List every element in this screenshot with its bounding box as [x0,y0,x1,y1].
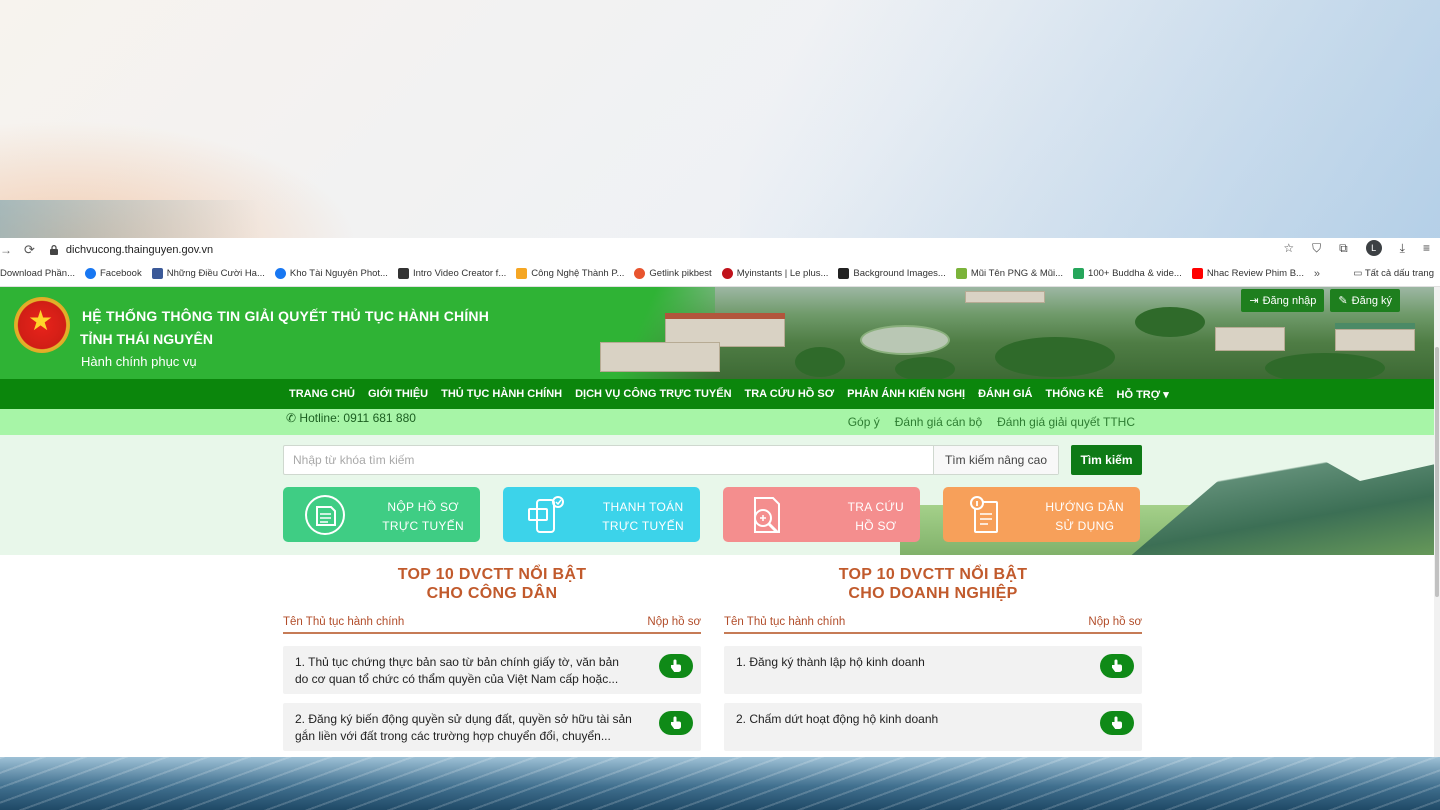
nav-home[interactable]: TRANG CHỦ [289,388,355,400]
phone-icon: ✆ [286,411,297,425]
reload-icon[interactable]: ⟳ [24,242,35,258]
search-hero: Tìm kiếm nâng cao Tìm kiếm NỘP HỒ SƠTRỰC… [0,435,1440,555]
document-submit-icon [305,495,345,535]
browser-window: → ⟳ dichvucong.thainguyen.gov.vn ☆ ⛉ ⧉ L… [0,238,1440,757]
register-button[interactable]: ✎ Đăng ký [1330,289,1400,312]
bookmark-favicon [634,268,646,279]
shield-icon[interactable]: ⛉ [1312,241,1321,256]
bookmark-item[interactable]: Background Images... [838,268,946,279]
submit-hand-icon[interactable] [659,654,693,678]
address-bar: → ⟳ dichvucong.thainguyen.gov.vn ☆ ⛉ ⧉ L… [0,238,1440,261]
site-info-icon[interactable] [49,244,59,255]
scrollbar-thumb[interactable] [1435,347,1439,597]
nav-evaluation[interactable]: ĐÁNH GIÁ [978,388,1032,400]
forward-icon[interactable]: → [0,243,12,257]
national-emblem-logo[interactable]: ★ [14,297,70,353]
login-button[interactable]: ⇥ Đăng nhập [1241,289,1325,312]
link-rate-procedure[interactable]: Đánh giá giải quyết TTHC [997,415,1135,429]
top10-citizen-title: TOP 10 DVCTT NỔI BẬT CHO CÔNG DÂN [397,566,587,602]
bookmark-star-icon[interactable]: ☆ [1283,241,1294,255]
site-slogan: Hành chính phục vụ [81,354,197,369]
bookmark-item[interactable]: Getlink pikbest [634,268,712,279]
search-input[interactable] [284,446,924,474]
website: ★ HỆ THỐNG THÔNG TIN GIẢI QUYẾT THỦ TỤC … [0,287,1440,755]
link-rate-staff[interactable]: Đánh giá cán bộ [895,415,982,429]
bookmark-favicon [838,268,850,279]
nav-feedback[interactable]: PHẢN ÁNH KIẾN NGHỊ [847,388,965,400]
link-feedback[interactable]: Góp ý [848,415,880,429]
bookmark-item[interactable]: Intro Video Creator f... [397,268,506,279]
extensions-icon[interactable]: ⧉ [1339,241,1348,256]
bookmark-item[interactable]: Myinstants | Le plus... [721,268,828,279]
tile-payment-online[interactable]: THANH TOÁN TRỰC TUYẾN [503,487,700,542]
tile-submit-online[interactable]: NỘP HỒ SƠ TRỰC TUYẾN [283,487,480,542]
login-icon: ⇥ [1249,295,1259,307]
nav-support[interactable]: HỖ TRỢ ▾ [1117,388,1169,401]
guide-document-icon [970,496,998,533]
list-item[interactable]: 2. Chấm dứt hoạt động hộ kinh doanh [724,703,1142,751]
bookmark-item[interactable]: Những Điều Cười Ha... [151,268,265,279]
bookmarks-bar: Download Phần... Facebook Những Điều Cườ… [0,261,1440,287]
bookmark-favicon [151,268,163,279]
top10-business-title: TOP 10 DVCTT NỔI BẬT CHO DOANH NGHIỆP [838,566,1028,602]
sub-bar: ✆ Hotline: 0911 681 880 Góp ý Đánh giá c… [0,409,1440,435]
list-item[interactable]: 2. Đăng ký biến động quyền sử dụng đất, … [283,703,701,751]
page-scrollbar[interactable] [1434,287,1440,757]
bookmark-favicon [1191,268,1203,279]
top10-citizen: TOP 10 DVCTT NỔI BẬT CHO CÔNG DÂN Tên Thủ… [283,555,701,751]
tile-user-guide[interactable]: HƯỚNG DẪN SỬ DỤNG [943,487,1140,542]
advanced-search-button[interactable]: Tìm kiếm nâng cao [932,446,1058,474]
bookmark-favicon [721,268,733,279]
bookmark-favicon [397,268,409,279]
nav-statistics[interactable]: THỐNG KÊ [1045,388,1103,400]
tile-lookup-records[interactable]: TRA CỨU HỒ SƠ [723,487,920,542]
nav-online-services[interactable]: DỊCH VỤ CÔNG TRỰC TUYẾN [575,388,731,400]
submit-hand-icon[interactable] [1100,654,1134,678]
nav-lookup[interactable]: TRA CỨU HỒ SƠ [745,388,835,400]
bookmark-favicon [516,268,528,279]
bookmark-item[interactable]: Công Nghệ Thành P... [516,268,624,279]
nav-procedures[interactable]: THỦ TỤC HÀNH CHÍNH [441,388,562,400]
submit-hand-icon[interactable] [1100,711,1134,735]
bookmark-item[interactable]: Mũi Tên PNG & Mũi... [955,268,1063,279]
bookmark-favicon [85,268,96,279]
nav-about[interactable]: GIỚI THIỆU [368,388,428,400]
search-box: Tìm kiếm nâng cao [283,445,1059,475]
table-header: Tên Thủ tục hành chính Nộp hồ sơ [283,616,701,634]
site-header: ★ HỆ THỐNG THÔNG TIN GIẢI QUYẾT THỦ TỤC … [0,287,1440,379]
list-item[interactable]: 1. Đăng ký thành lập hộ kinh doanh [724,646,1142,694]
search-button[interactable]: Tìm kiếm [1071,445,1142,475]
bookmark-item[interactable]: Download Phần... [0,268,75,279]
desktop-background-top [0,0,1440,240]
bookmarks-overflow-button[interactable]: » [1314,268,1320,280]
main-navigation: TRANG CHỦ GIỚI THIỆU THỦ TỤC HÀNH CHÍNH … [0,379,1440,409]
menu-icon[interactable]: ≡ [1423,241,1430,255]
desktop-background-bottom [0,757,1440,810]
hotline: ✆ Hotline: 0911 681 880 [286,411,416,425]
edit-icon: ✎ [1338,295,1348,307]
bookmark-item[interactable]: Nhac Review Phim B... [1191,268,1304,279]
bookmark-favicon [955,268,967,279]
bookmark-favicon [1073,268,1085,279]
table-header: Tên Thủ tục hành chính Nộp hồ sơ [724,616,1142,634]
url-text[interactable]: dichvucong.thainguyen.gov.vn [66,244,213,256]
site-province: TỈNH THÁI NGUYÊN [80,331,213,347]
top10-business: TOP 10 DVCTT NỔI BẬT CHO DOANH NGHIỆP Tên… [724,555,1142,751]
bookmark-item[interactable]: 100+ Buddha & vide... [1073,268,1182,279]
list-item[interactable]: 1. Thủ tục chứng thực bản sao từ bản chí… [283,646,701,694]
mobile-payment-icon [528,496,564,533]
all-bookmarks-button[interactable]: ▭ Tất cả dấu trang [1353,268,1434,279]
mountain-image [1120,445,1440,555]
top10-section: TOP 10 DVCTT NỔI BẬT CHO CÔNG DÂN Tên Thủ… [0,555,1440,755]
bookmark-item[interactable]: Facebook [85,268,142,279]
document-search-icon [754,497,780,534]
download-icon[interactable]: ⤓ [1400,241,1405,256]
bookmark-item[interactable]: Kho Tài Nguyên Phot... [274,268,388,279]
submit-hand-icon[interactable] [659,711,693,735]
profile-avatar[interactable]: L [1365,240,1382,256]
bookmark-favicon [274,268,286,279]
site-title: HỆ THỐNG THÔNG TIN GIẢI QUYẾT THỦ TỤC HÀ… [82,308,490,324]
